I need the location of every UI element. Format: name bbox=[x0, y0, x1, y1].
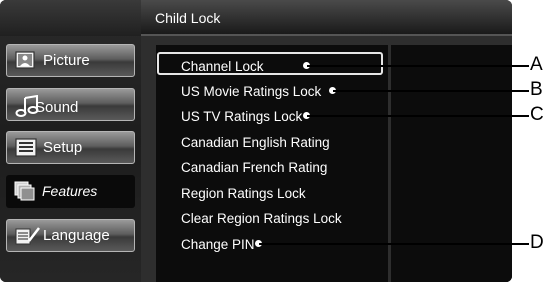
callout-label-d: D bbox=[530, 232, 544, 253]
detail-pane bbox=[391, 45, 512, 282]
sidebar-item-setup[interactable]: Setup bbox=[6, 131, 135, 164]
sidebar-header bbox=[0, 0, 141, 36]
callout-line-a bbox=[307, 65, 529, 67]
menu-item-canadian-french-rating[interactable]: Canadian French Rating bbox=[181, 160, 327, 175]
page-title: Child Lock bbox=[155, 10, 221, 26]
sidebar-item-label: Sound bbox=[35, 99, 79, 116]
menu-item-clear-region-ratings-lock[interactable]: Clear Region Ratings Lock bbox=[181, 211, 342, 226]
menu-item-us-tv-ratings-lock[interactable]: US TV Ratings Lock bbox=[181, 109, 302, 124]
sidebar-item-sound[interactable]: Sound bbox=[6, 88, 135, 121]
sidebar-item-features[interactable]: Features bbox=[6, 175, 135, 208]
callout-label-b: B bbox=[530, 79, 543, 100]
sidebar-item-label: Picture bbox=[43, 52, 90, 69]
sidebar-item-language[interactable]: Language bbox=[6, 219, 135, 252]
menu-item-canadian-english-rating[interactable]: Canadian English Rating bbox=[181, 135, 330, 150]
sidebar-item-picture[interactable]: Picture bbox=[6, 44, 135, 77]
features-icon bbox=[14, 181, 40, 201]
callout-label-c: C bbox=[530, 104, 544, 125]
callout-line-d bbox=[259, 243, 529, 245]
menu-item-region-ratings-lock[interactable]: Region Ratings Lock bbox=[181, 186, 306, 201]
sidebar-item-label: Features bbox=[42, 183, 98, 199]
callout-line-c bbox=[307, 115, 529, 117]
sidebar-item-label: Language bbox=[43, 227, 110, 244]
selection-highlight bbox=[157, 52, 383, 75]
setup-icon bbox=[15, 138, 41, 158]
callout-label-a: A bbox=[530, 54, 543, 75]
menu-list: Channel Lock US Movie Ratings Lock US TV… bbox=[156, 45, 388, 282]
callout-line-b bbox=[333, 90, 529, 92]
sidebar-item-label: Setup bbox=[43, 139, 83, 156]
menu-item-us-movie-ratings-lock[interactable]: US Movie Ratings Lock bbox=[181, 84, 321, 99]
language-icon bbox=[15, 226, 41, 246]
title-bar: Child Lock bbox=[141, 0, 512, 36]
sidebar: Picture Sound Setup Features Language bbox=[0, 0, 141, 282]
picture-icon bbox=[15, 51, 41, 71]
menu-item-change-pin[interactable]: Change PIN bbox=[181, 237, 255, 252]
